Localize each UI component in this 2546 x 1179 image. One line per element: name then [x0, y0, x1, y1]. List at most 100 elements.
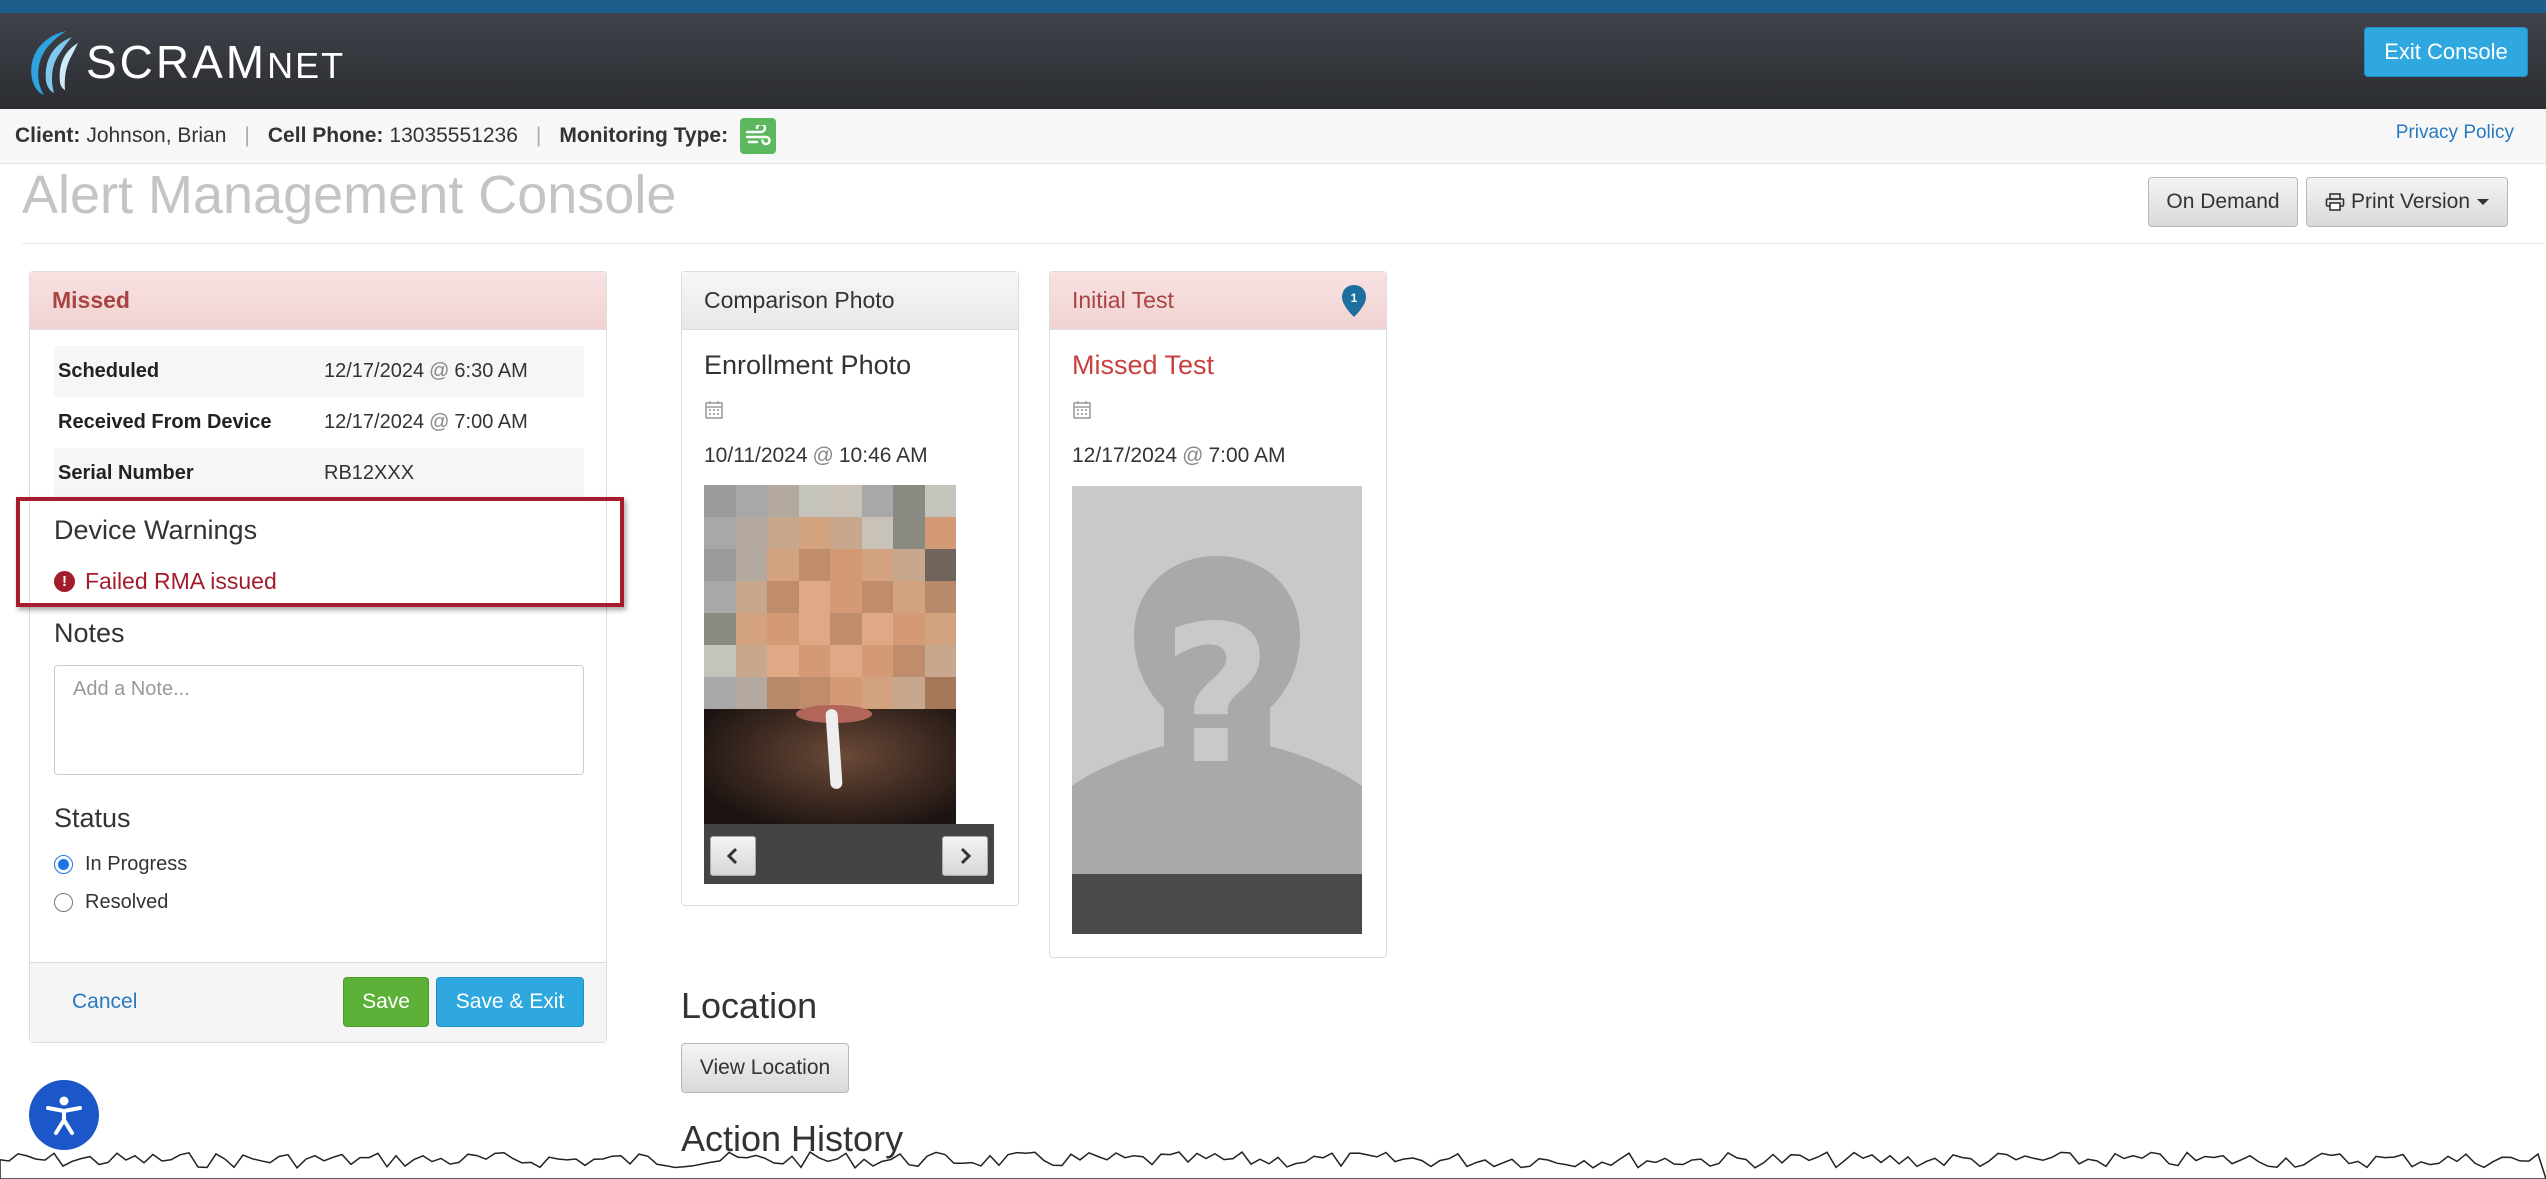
mosaic-tile	[861, 549, 893, 581]
client-info-bar: Client: Johnson, Brian | Cell Phone: 130…	[0, 109, 2546, 164]
row-value: 12/17/2024 @7:00 AM	[324, 411, 528, 433]
mosaic-tile	[767, 677, 799, 709]
mosaic-tile	[924, 485, 956, 517]
page-title: Alert Management Console	[22, 165, 677, 225]
mosaic-tile	[893, 485, 925, 517]
mosaic-tile	[704, 485, 736, 517]
row-value: RB12XXX	[324, 462, 415, 484]
radio-label: Resolved	[85, 891, 169, 913]
mosaic-tile	[830, 485, 862, 517]
status-heading: Status	[54, 803, 131, 833]
torn-edge-decoration	[0, 1151, 2546, 1179]
initial-test-title: Initial Test	[1072, 287, 1174, 313]
mosaic-tile	[798, 517, 830, 549]
mosaic-tile	[861, 677, 893, 709]
divider	[22, 243, 2544, 244]
logo-text: SCRAMNET	[86, 36, 346, 88]
mosaic-tile	[735, 517, 767, 549]
mosaic-tile	[861, 581, 893, 613]
mosaic-tile	[798, 581, 830, 613]
location-heading: Location	[681, 985, 818, 1026]
mosaic-tile	[735, 613, 767, 645]
mosaic-tile	[893, 517, 925, 549]
mosaic-tile	[798, 485, 830, 517]
comparison-photo-panel: Comparison Photo Enrollment Photo 10/11/…	[681, 271, 1019, 906]
separator: |	[535, 124, 542, 147]
status-option-in-progress[interactable]: In Progress	[54, 853, 187, 876]
mosaic-tile	[767, 581, 799, 613]
mosaic-tile	[893, 581, 925, 613]
mosaic-tile	[704, 549, 736, 581]
exit-console-button[interactable]: Exit Console	[2364, 27, 2528, 77]
comparison-photo-heading: Comparison Photo	[682, 272, 1018, 330]
received-from-device-row: Received From Device 12/17/2024 @7:00 AM	[54, 397, 584, 448]
previous-photo-button[interactable]	[710, 836, 756, 876]
print-version-label: Print Version	[2350, 190, 2471, 213]
mosaic-tile	[767, 517, 799, 549]
chevron-down-icon	[2477, 199, 2490, 205]
mosaic-tile	[830, 645, 862, 677]
monitoring-type-label: Monitoring Type:	[559, 124, 729, 147]
app-header: SCRAMNET Exit Console	[0, 13, 2546, 109]
view-location-button[interactable]: View Location	[681, 1043, 849, 1093]
top-accent-strip	[0, 0, 2546, 13]
mosaic-tile	[767, 485, 799, 517]
mosaic-tile	[830, 517, 862, 549]
row-label: Received From Device	[58, 411, 272, 433]
mosaic-tile	[924, 549, 956, 581]
mosaic-tile	[861, 517, 893, 549]
row-label: Serial Number	[58, 462, 194, 484]
mosaic-tile	[704, 517, 736, 549]
mosaic-tile	[735, 581, 767, 613]
next-photo-button[interactable]	[942, 836, 988, 876]
separator: |	[244, 124, 250, 147]
calendar-icon	[1073, 401, 1091, 419]
placeholder-footer-bar	[1072, 874, 1362, 934]
status-option-resolved[interactable]: Resolved	[54, 891, 168, 914]
calendar-icon	[705, 401, 723, 419]
radio-button[interactable]	[54, 855, 73, 874]
cell-phone-value: 13035551236	[389, 124, 518, 147]
mosaic-tile	[861, 613, 893, 645]
cancel-link[interactable]: Cancel	[72, 990, 137, 1014]
privacy-policy-link[interactable]: Privacy Policy	[2396, 122, 2514, 144]
map-marker-icon: 1	[1342, 284, 1366, 317]
mosaic-tile	[924, 517, 956, 549]
save-button[interactable]: Save	[343, 977, 429, 1027]
initial-test-date: 12/17/2024 @7:00 AM	[1072, 444, 1286, 467]
chevron-left-icon	[726, 847, 738, 865]
serial-number-row: Serial Number RB12XXX	[54, 448, 584, 499]
pixelated-face	[704, 485, 956, 709]
cell-phone-label: Cell Phone:	[267, 124, 384, 147]
unknown-person-icon: ?	[1072, 556, 1362, 874]
initial-test-heading: Initial Test 1	[1050, 272, 1386, 330]
note-textarea[interactable]: Add a Note...	[54, 665, 584, 775]
mosaic-tile	[735, 549, 767, 581]
mosaic-tile	[893, 645, 925, 677]
mosaic-tile	[735, 645, 767, 677]
missed-panel-heading: Missed	[30, 272, 606, 330]
row-label: Scheduled	[58, 360, 160, 382]
device-warnings-highlight-box	[16, 497, 624, 607]
radio-button[interactable]	[54, 893, 73, 912]
mosaic-tile	[704, 677, 736, 709]
print-version-button[interactable]: Print Version	[2306, 177, 2508, 227]
mosaic-tile	[924, 581, 956, 613]
printer-icon	[2325, 193, 2345, 211]
chevron-right-icon	[960, 847, 972, 865]
notes-heading: Notes	[54, 618, 125, 648]
svg-text:?: ?	[1162, 585, 1272, 806]
mosaic-tile	[704, 581, 736, 613]
mosaic-tile	[893, 677, 925, 709]
mosaic-tile	[924, 613, 956, 645]
panel-footer: Cancel Save Save & Exit	[30, 962, 606, 1042]
mosaic-tile	[767, 645, 799, 677]
on-demand-button[interactable]: On Demand	[2148, 177, 2298, 227]
enrollment-photo	[704, 485, 956, 825]
mosaic-tile	[798, 613, 830, 645]
svg-text:1: 1	[1351, 291, 1358, 305]
mosaic-tile	[735, 485, 767, 517]
mosaic-tile	[704, 645, 736, 677]
save-and-exit-button[interactable]: Save & Exit	[436, 977, 584, 1027]
mosaic-tile	[861, 645, 893, 677]
